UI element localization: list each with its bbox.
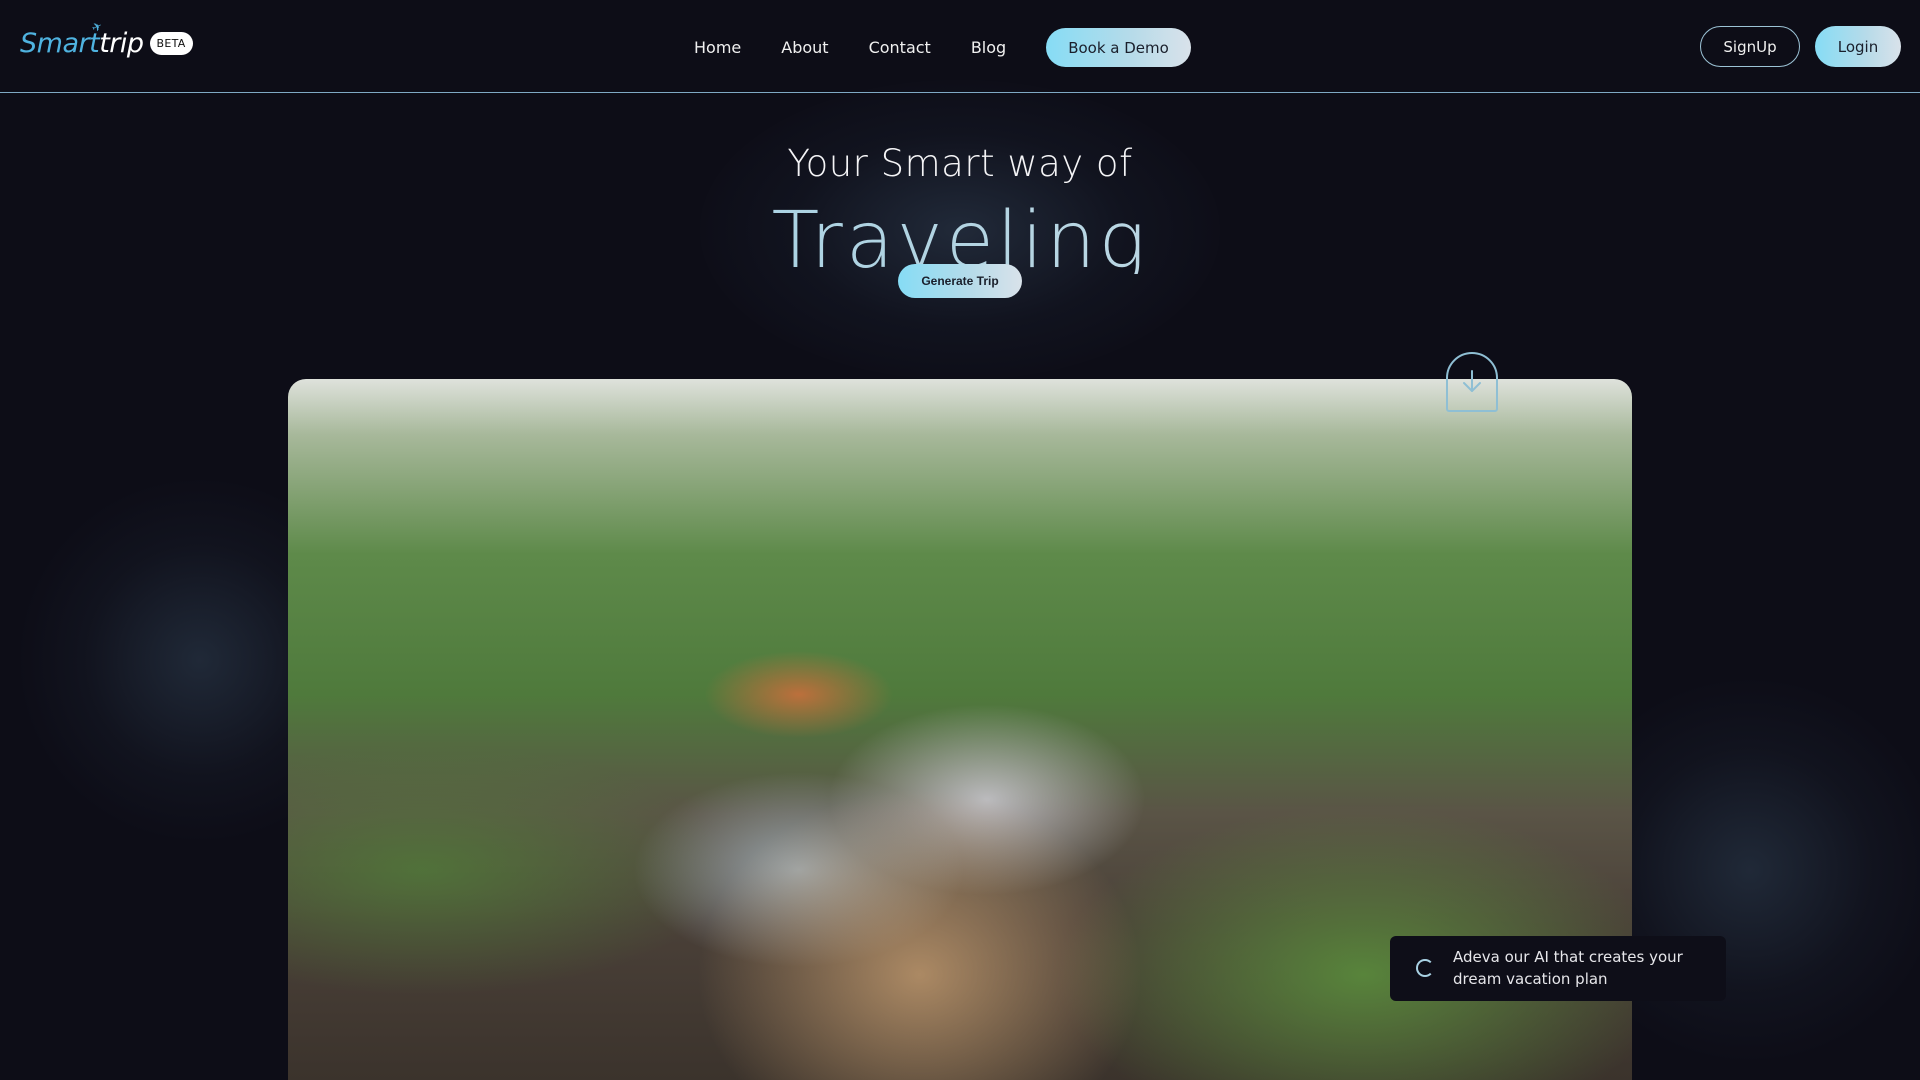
site-header: Smarttrip ✈ BETA Home About Contact Blog…: [0, 0, 1920, 93]
main-nav: Home About Contact Blog Book a Demo: [694, 28, 1191, 67]
scroll-down-button[interactable]: [1446, 352, 1498, 412]
arrow-down-icon: [1463, 370, 1481, 392]
signup-button[interactable]: SignUp: [1700, 26, 1800, 67]
spinner-icon: [1416, 959, 1434, 977]
book-demo-button[interactable]: Book a Demo: [1046, 28, 1191, 67]
login-button[interactable]: Login: [1815, 26, 1901, 67]
hero-subtitle: Your Smart way of: [787, 142, 1133, 185]
beta-badge: BETA: [149, 32, 193, 55]
nav-link-home[interactable]: Home: [694, 30, 741, 66]
hero-title: Traveling: [0, 196, 1920, 274]
generate-trip-button[interactable]: Generate Trip: [898, 264, 1022, 298]
logo-text-smart: Smart: [20, 28, 100, 59]
logo-text-trip: trip: [99, 28, 144, 59]
nav-link-contact[interactable]: Contact: [869, 30, 931, 66]
ai-assistant-card: Adeva our AI that creates your dream vac…: [1390, 936, 1726, 1001]
logo-text: Smarttrip: [20, 28, 144, 59]
nav-link-about[interactable]: About: [781, 30, 828, 66]
logo[interactable]: Smarttrip ✈ BETA: [20, 19, 193, 59]
nav-link-blog[interactable]: Blog: [971, 30, 1006, 66]
ai-card-text: Adeva our AI that creates your dream vac…: [1453, 948, 1683, 988]
